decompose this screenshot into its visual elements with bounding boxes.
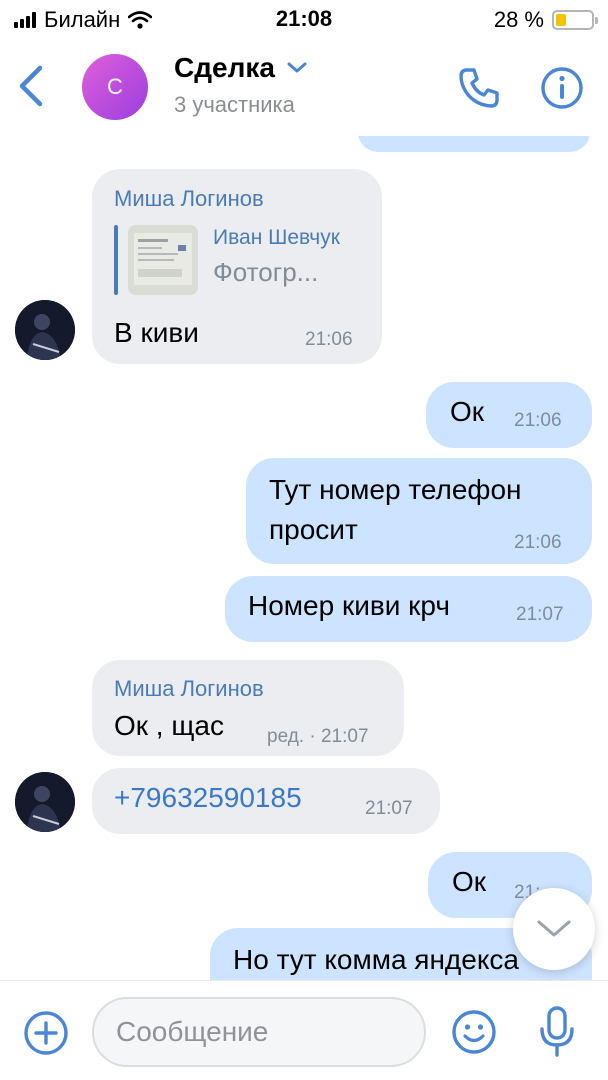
phone-link[interactable]: +79632590185 xyxy=(114,782,302,814)
composer-bar xyxy=(0,980,608,1080)
avatar[interactable] xyxy=(15,300,75,360)
forward-author[interactable]: Иван Шевчук xyxy=(213,226,340,250)
forward-photo-thumbnail[interactable] xyxy=(128,225,198,295)
chat-title[interactable]: Сделка xyxy=(174,52,307,84)
message-time: 21:06 xyxy=(514,532,562,553)
message-bubble-outgoing[interactable]: Ок 21:06 xyxy=(426,382,592,448)
message-bubble-outgoing[interactable]: Номер киви крч 21:07 xyxy=(225,576,592,642)
microphone-icon[interactable] xyxy=(537,1005,577,1059)
emoji-icon[interactable] xyxy=(450,1008,498,1056)
chat-title-text: Сделка xyxy=(174,52,275,83)
add-attachment-icon[interactable] xyxy=(22,1009,70,1057)
message-list[interactable]: Миша Логинов Иван Шевчук Фотогр... В кив… xyxy=(0,136,608,980)
message-time: 21:06 xyxy=(514,410,562,431)
phone-icon[interactable] xyxy=(455,64,503,112)
message-bubble-incoming[interactable]: Миша Логинов Иван Шевчук Фотогр... В кив… xyxy=(92,169,382,364)
message-time: 21:07 xyxy=(516,604,564,625)
status-bar: Билайн 21:08 28 % xyxy=(0,0,608,40)
status-right: 28 % xyxy=(493,7,598,33)
message-text: В киви xyxy=(114,317,199,348)
forward-bar xyxy=(114,225,118,295)
message-text-line1: Тут номер телефон xyxy=(269,474,522,505)
message-time: 21:06 xyxy=(305,329,353,350)
battery-icon xyxy=(552,10,598,30)
message-input[interactable] xyxy=(92,997,426,1067)
message-text: Ок xyxy=(450,396,485,427)
battery-percent: 28 % xyxy=(493,7,544,32)
chat-header: С Сделка 3 участника xyxy=(0,40,608,136)
message-time: 21:07 xyxy=(365,798,413,819)
message-bubble-partial[interactable] xyxy=(358,136,590,152)
message-text: Но тут комма яндекса xyxy=(233,944,519,975)
message-time-edited: ред. · 21:07 xyxy=(267,726,369,747)
message-text-line2: просит xyxy=(269,514,358,545)
participants-count: 3 участника xyxy=(174,92,295,117)
message-text: Ок xyxy=(452,866,487,897)
chevron-down-icon xyxy=(537,920,571,937)
scroll-down-button[interactable] xyxy=(513,888,595,970)
chevron-down-icon xyxy=(287,62,307,73)
avatar[interactable] xyxy=(15,772,75,832)
sender-name[interactable]: Миша Логинов xyxy=(114,676,264,702)
message-bubble-outgoing[interactable]: Тут номер телефон просит 21:06 xyxy=(246,458,592,564)
message-text: Ок , щас xyxy=(114,710,224,741)
message-text: Номер киви крч xyxy=(248,590,450,621)
back-chevron-icon[interactable] xyxy=(12,62,52,110)
message-bubble-incoming[interactable]: +79632590185 21:07 xyxy=(92,768,440,834)
info-icon[interactable] xyxy=(538,64,586,112)
forward-text: Фотогр... xyxy=(213,257,319,287)
message-bubble-incoming[interactable]: Миша Логинов Ок , щас ред. · 21:07 xyxy=(92,660,404,756)
sender-name[interactable]: Миша Логинов xyxy=(114,186,264,212)
chat-avatar[interactable]: С xyxy=(82,54,148,120)
